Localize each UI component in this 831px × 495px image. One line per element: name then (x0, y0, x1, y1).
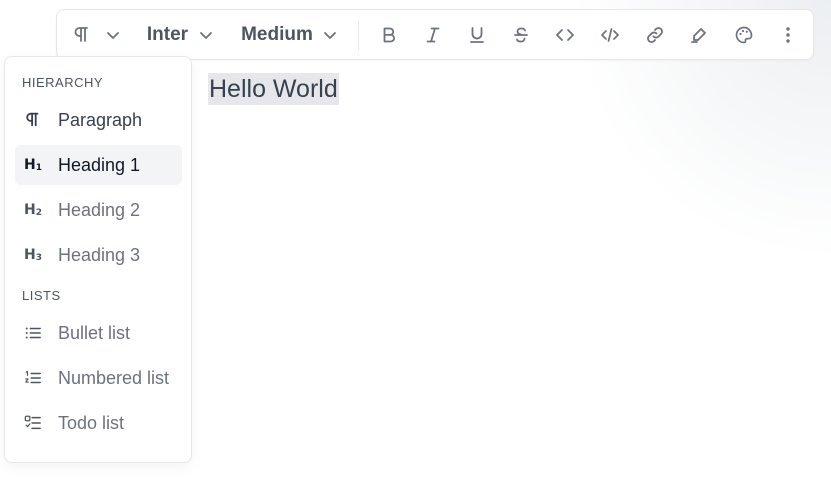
block-type-dropdown[interactable] (69, 16, 125, 54)
pilcrow-icon (74, 27, 88, 42)
more-vertical-icon (786, 27, 790, 43)
code-block-icon (601, 28, 619, 42)
highlight-icon (691, 28, 706, 43)
section-title-hierarchy: HIERARCHY (22, 75, 104, 90)
code-button[interactable] (549, 16, 581, 54)
palette-icon (735, 26, 753, 44)
menu-item-heading-3[interactable]: H3 Heading 3 (15, 235, 182, 275)
underline-icon (470, 27, 484, 43)
font-family-label: Inter (146, 24, 189, 45)
menu-item-label: Heading 3 (58, 244, 141, 265)
heading-3-icon: H3 (24, 246, 42, 263)
todo-list-icon (23, 413, 43, 433)
menu-item-heading-1[interactable]: H1 Heading 1 (15, 145, 182, 185)
strikethrough-icon (514, 27, 528, 43)
strikethrough-button[interactable] (505, 16, 537, 54)
menu-item-label: Heading 1 (58, 154, 141, 175)
menu-item-label: Paragraph (58, 109, 143, 130)
bullet-list-icon (23, 323, 43, 343)
menu-item-label: Bullet list (58, 322, 131, 343)
link-button[interactable] (639, 16, 671, 54)
font-family-dropdown[interactable]: Inter (145, 16, 217, 54)
code-icon (556, 29, 574, 41)
formatting-toolbar: Inter Medium (56, 9, 814, 60)
pilcrow-icon (23, 110, 43, 130)
color-button[interactable] (728, 16, 760, 54)
block-type-menu: HIERARCHY Paragraph H1 Heading 1 H2 Head… (4, 56, 192, 463)
chevron-down-icon (107, 32, 119, 39)
menu-item-label: Heading 2 (58, 199, 141, 220)
link-icon (647, 27, 663, 43)
toolbar-divider (358, 21, 359, 50)
menu-item-paragraph[interactable]: Paragraph (15, 100, 182, 140)
menu-item-todo-list[interactable]: Todo list (15, 403, 182, 443)
underline-button[interactable] (461, 16, 493, 54)
font-weight-dropdown[interactable]: Medium (239, 16, 341, 54)
menu-item-label: Numbered list (58, 367, 170, 388)
bold-button[interactable] (373, 16, 405, 54)
italic-button[interactable] (417, 16, 449, 54)
code-block-button[interactable] (594, 16, 626, 54)
editor-selected-text[interactable]: Hello World (208, 73, 339, 105)
menu-item-bullet-list[interactable]: Bullet list (15, 313, 182, 353)
menu-item-numbered-list[interactable]: Numbered list (15, 358, 182, 398)
font-weight-label: Medium (241, 24, 313, 45)
section-title-lists: LISTS (22, 288, 61, 303)
menu-item-heading-2[interactable]: H2 Heading 2 (15, 190, 182, 230)
bold-icon (383, 27, 395, 43)
chevron-down-icon (323, 32, 336, 39)
menu-item-label: Todo list (58, 412, 125, 433)
chevron-down-icon (200, 32, 212, 39)
more-options-button[interactable] (772, 16, 804, 54)
italic-icon (426, 27, 440, 43)
highlight-button[interactable] (683, 16, 715, 54)
heading-2-icon: H2 (24, 201, 42, 218)
numbered-list-icon (23, 368, 43, 388)
heading-1-icon: H1 (24, 156, 42, 173)
